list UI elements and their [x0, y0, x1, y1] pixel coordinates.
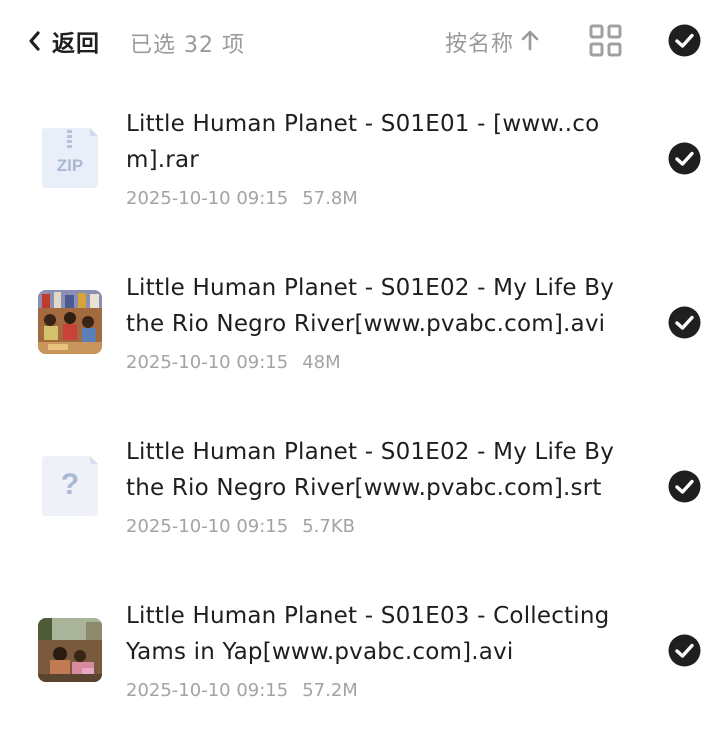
unknown-label: ? [60, 468, 80, 501]
file-size: 48M [302, 352, 341, 373]
zip-label: ZIP [56, 156, 84, 175]
row-checkbox[interactable] [668, 142, 701, 175]
check-circle-icon [668, 634, 701, 667]
file-name: Little Human Planet - S01E03 - Collectin… [126, 603, 610, 665]
file-date: 2025-10-10 09:15 [126, 188, 289, 209]
file-meta: 2025-10-10 09:15 5.7KB [126, 516, 355, 537]
row-checkbox[interactable] [668, 634, 701, 667]
file-name: Little Human Planet - S01E01 - [www..com… [126, 111, 600, 173]
list-item[interactable]: ? Little Human Planet - S01E02 - My Life… [0, 410, 712, 574]
check-circle-icon [668, 24, 701, 57]
file-date: 2025-10-10 09:15 [126, 516, 289, 537]
grid-view-icon[interactable] [589, 24, 622, 57]
check-circle-icon [668, 142, 701, 175]
file-meta: 2025-10-10 09:15 57.8M [126, 188, 358, 209]
back-label: 返回 [52, 31, 100, 57]
file-date: 2025-10-10 09:15 [126, 352, 289, 373]
file-name: Little Human Planet - S01E02 - My Life B… [126, 439, 615, 501]
row-checkbox[interactable] [668, 470, 701, 503]
video-thumbnail [38, 618, 102, 682]
select-all-checkbox[interactable] [668, 24, 701, 57]
list-item[interactable]: Little Human Planet - S01E02 - My Life B… [0, 246, 712, 410]
selected-count: 已选 32 项 [130, 33, 245, 58]
file-name: Little Human Planet - S01E02 - My Life B… [126, 275, 615, 337]
list-item[interactable]: ZIP Little Human Planet - S01E01 - [www.… [0, 82, 712, 246]
list-item[interactable]: Little Human Planet - S01E03 - Collectin… [0, 574, 712, 738]
arrow-up-icon [520, 29, 540, 55]
back-button[interactable]: 返回 [28, 24, 100, 58]
unknown-file-icon: ? [38, 454, 102, 518]
sort-label: 按名称 [445, 32, 515, 57]
file-date: 2025-10-10 09:15 [126, 680, 289, 701]
row-checkbox[interactable] [668, 306, 701, 339]
file-meta: 2025-10-10 09:15 57.2M [126, 680, 358, 701]
top-bar: 返回 已选 32 项 按名称 [0, 0, 712, 82]
zip-file-icon: ZIP [38, 126, 102, 190]
check-circle-icon [668, 470, 701, 503]
video-thumbnail [38, 290, 102, 354]
chevron-left-icon [28, 30, 42, 52]
check-circle-icon [668, 306, 701, 339]
file-meta: 2025-10-10 09:15 48M [126, 352, 341, 373]
file-size: 57.2M [302, 680, 358, 701]
sort-by-name-button[interactable]: 按名称 [445, 26, 540, 58]
file-size: 57.8M [302, 188, 358, 209]
file-size: 5.7KB [302, 516, 355, 537]
